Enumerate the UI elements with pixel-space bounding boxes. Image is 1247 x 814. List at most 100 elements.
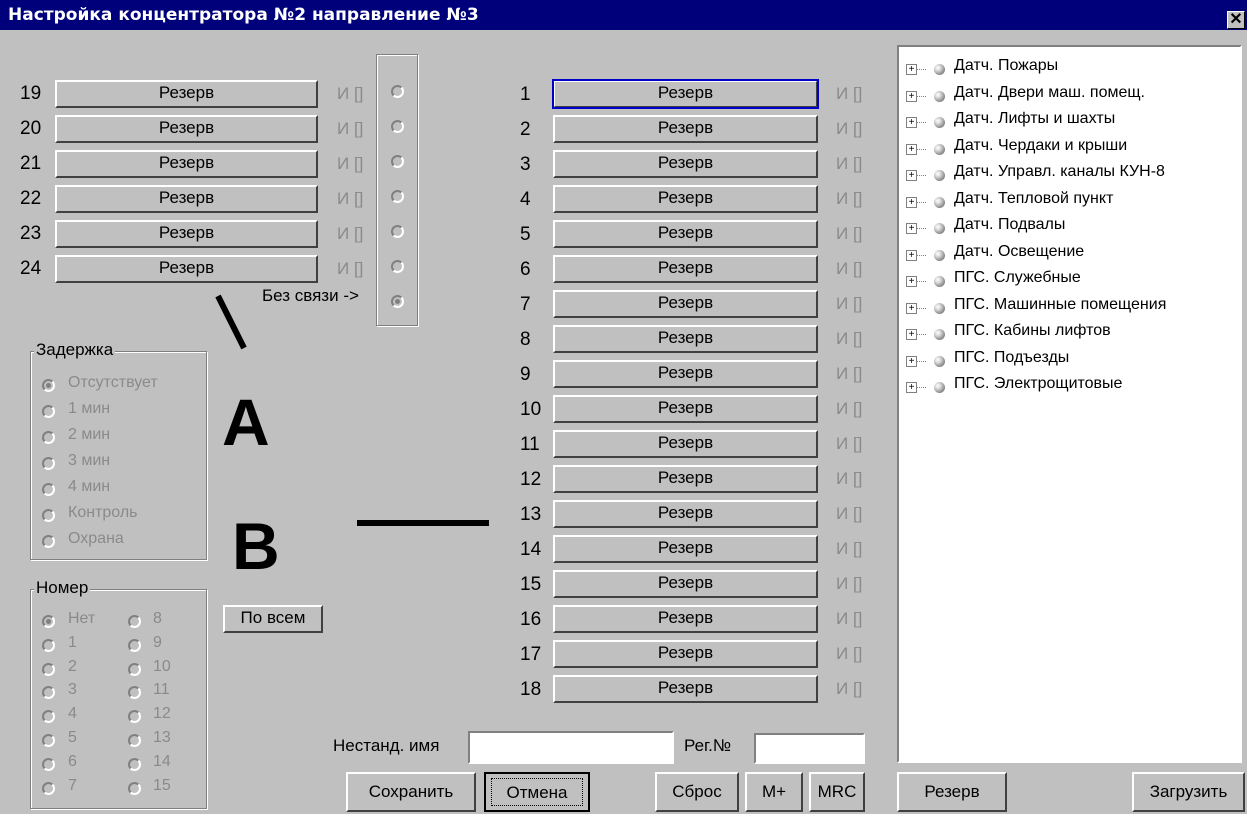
tree-connector	[917, 175, 926, 176]
tree-item[interactable]: + Датч. Подвалы	[904, 216, 1234, 244]
custom-name-input[interactable]	[468, 731, 674, 764]
number-radio[interactable]	[42, 734, 55, 747]
tree-item-label: Датч. Двери маш. помещ.	[954, 83, 1145, 101]
reg-number-label: Рег.№	[684, 736, 732, 755]
sensor-ball-icon	[934, 302, 945, 314]
sensor-ball-icon	[934, 382, 945, 393]
expand-icon[interactable]: +	[906, 382, 917, 393]
delay-radio[interactable]	[42, 379, 55, 392]
tree-item[interactable]: + ПГС. Служебные	[904, 269, 1234, 297]
expand-icon[interactable]: +	[906, 90, 917, 102]
apply-all-button[interactable]: По всем	[223, 605, 323, 633]
delay-radio[interactable]	[42, 535, 55, 548]
sensor-ball-icon	[934, 90, 945, 102]
tree-item[interactable]: + Датч. Пожары	[904, 57, 1234, 85]
number-option-label: 2	[68, 657, 77, 675]
delay-option-label: 1 мин	[68, 400, 111, 417]
tree-item-label: ПГС. Электрощитовые	[954, 375, 1123, 392]
number-option-label: 8	[153, 610, 162, 627]
expand-icon[interactable]: +	[906, 143, 917, 155]
reset-button[interactable]: Сброс	[655, 772, 739, 812]
number-option-label: 12	[153, 705, 171, 723]
sensor-ball-icon	[934, 117, 945, 128]
delay-group-title: Задержка	[34, 340, 116, 360]
expand-icon[interactable]: +	[906, 117, 917, 128]
tree-item[interactable]: + ПГС. Кабины лифтов	[904, 322, 1234, 350]
number-radio[interactable]	[128, 638, 141, 652]
cancel-button[interactable]: Отмена	[484, 772, 590, 812]
number-radio[interactable]	[42, 615, 55, 628]
custom-name-label: Нестанд. имя	[333, 736, 440, 755]
number-option-label: 15	[153, 776, 171, 794]
number-option-label: 11	[153, 681, 170, 699]
tree-item-label: ПГС. Машинные помещения	[954, 295, 1167, 313]
sensor-ball-icon	[934, 196, 945, 208]
number-group	[30, 589, 207, 809]
sensor-ball-icon	[934, 64, 945, 75]
expand-icon[interactable]: +	[906, 355, 917, 367]
delay-radio[interactable]	[42, 457, 55, 470]
expand-icon[interactable]: +	[906, 223, 917, 234]
tree-item[interactable]: + Датч. Чердаки и крыши	[904, 137, 1234, 165]
number-radio[interactable]	[128, 781, 141, 795]
sensor-ball-icon	[934, 170, 945, 181]
tree-item[interactable]: + Датч. Тепловой пункт	[904, 190, 1234, 218]
reserve-button[interactable]: Резерв	[897, 772, 1007, 812]
sensor-ball-icon	[934, 223, 945, 234]
expand-icon[interactable]: +	[906, 249, 917, 261]
save-button[interactable]: Сохранить	[346, 772, 476, 812]
tree-item[interactable]: + ПГС. Электрощитовые	[904, 375, 1234, 403]
category-tree[interactable]: + Датч. Пожары + Датч. Двери маш. помещ. + Да…	[897, 45, 1242, 763]
load-button[interactable]: Загрузить	[1132, 772, 1245, 812]
tree-item[interactable]: + Датч. Освещение	[904, 243, 1234, 271]
expand-icon[interactable]: +	[906, 170, 917, 181]
tree-item-label: ПГС. Подъезды	[954, 348, 1070, 366]
delay-radio[interactable]	[42, 405, 55, 418]
number-radio[interactable]	[128, 734, 141, 747]
mrc-button[interactable]: MRC	[809, 772, 865, 812]
delay-option-label: Отсутствует	[68, 374, 158, 391]
tree-item[interactable]: + Датч. Лифты и шахты	[904, 110, 1234, 138]
expand-icon[interactable]: +	[906, 329, 917, 340]
delay-radio[interactable]	[42, 431, 55, 444]
annotation-letter-b: B	[232, 509, 280, 583]
number-radio[interactable]	[128, 615, 141, 628]
number-option-label: 4	[68, 705, 77, 723]
tree-item[interactable]: + Датч. Управл. каналы КУН-8	[904, 163, 1234, 191]
tree-item[interactable]: + ПГС. Машинные помещения	[904, 295, 1234, 324]
cancel-button-label: Отмена	[491, 778, 583, 806]
tree-item[interactable]: + ПГС. Подъезды	[904, 348, 1234, 377]
tree-connector	[917, 334, 926, 335]
number-radio[interactable]	[42, 638, 55, 652]
reg-number-input[interactable]	[754, 733, 865, 764]
tree-item-label: Датч. Пожары	[954, 57, 1059, 74]
number-radio[interactable]	[128, 757, 141, 771]
m-plus-button[interactable]: M+	[745, 772, 803, 812]
number-radio[interactable]	[128, 662, 141, 676]
delay-option-label: 2 мин	[68, 426, 111, 443]
delay-radio[interactable]	[42, 509, 55, 522]
number-option-label: 1	[68, 633, 77, 651]
expand-icon[interactable]: +	[906, 64, 917, 75]
number-radio[interactable]	[42, 781, 55, 795]
delay-option-label: Контроль	[68, 504, 138, 521]
annotation-letter-a: A	[222, 385, 270, 459]
delay-option-label: 4 мин	[68, 478, 111, 495]
expand-icon[interactable]: +	[906, 276, 917, 287]
number-option-label: 6	[68, 752, 77, 770]
number-option-label: 10	[153, 657, 171, 675]
tree-connector	[917, 254, 926, 256]
tree-item-label: ПГС. Служебные	[954, 269, 1081, 286]
number-radio[interactable]	[42, 662, 55, 676]
tree-connector	[917, 281, 926, 282]
expand-icon[interactable]: +	[906, 196, 917, 208]
delay-radio[interactable]	[42, 483, 55, 496]
sensor-ball-icon	[934, 249, 945, 261]
tree-connector	[917, 360, 926, 362]
expand-icon[interactable]: +	[906, 302, 917, 314]
tree-item[interactable]: + Датч. Двери маш. помещ.	[904, 83, 1234, 112]
sensor-ball-icon	[934, 329, 945, 340]
tree-connector	[917, 122, 926, 123]
number-radio[interactable]	[42, 757, 55, 771]
number-option-label: Нет	[68, 610, 96, 627]
